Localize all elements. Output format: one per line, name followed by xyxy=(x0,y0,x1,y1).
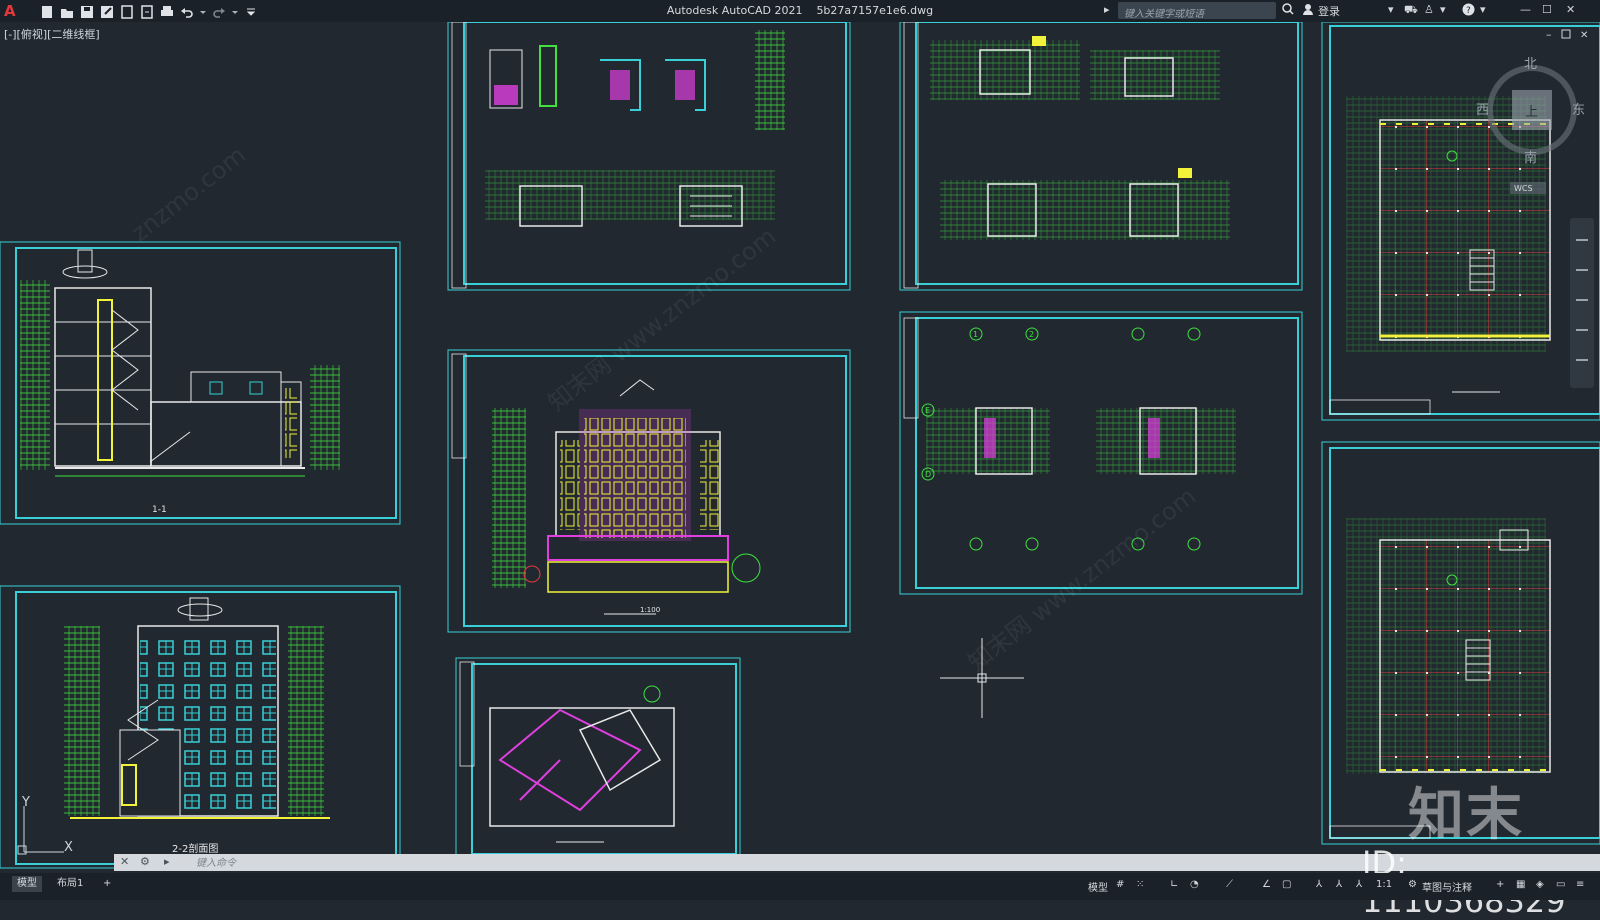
drawing-sheet-site-plan[interactable] xyxy=(455,657,741,859)
save-as-icon[interactable] xyxy=(100,4,114,18)
ucs-y-label: Y xyxy=(21,795,30,810)
save-icon[interactable] xyxy=(80,4,94,18)
viewcube-south[interactable]: 南 xyxy=(1524,150,1537,166)
maximize-window-icon[interactable]: ☐ xyxy=(1542,3,1552,16)
a360-dropdown-icon[interactable]: ▾ xyxy=(1440,3,1446,16)
viewcube-east[interactable]: 东 xyxy=(1572,103,1585,118)
print-icon[interactable] xyxy=(160,4,174,18)
viewcube-top-face[interactable]: 上 xyxy=(1525,105,1538,120)
app-logo-button[interactable]: A xyxy=(4,2,16,20)
ucs-x-label: X xyxy=(64,840,73,855)
auto-scale-icon[interactable]: ⅄ xyxy=(1336,879,1342,890)
snap-icon[interactable]: ⁙ xyxy=(1136,879,1144,890)
isodraft-icon[interactable]: ⟋ xyxy=(1226,879,1233,890)
tab-layout1[interactable]: 布局1 xyxy=(52,876,88,892)
ortho-icon[interactable]: ∟ xyxy=(1170,879,1178,890)
open-from-web-icon[interactable] xyxy=(120,4,134,19)
model-space-toggle[interactable]: 模型 xyxy=(1088,879,1108,894)
fullscreen-icon[interactable]: ▭ xyxy=(1556,879,1565,890)
annotation-monitor-icon[interactable]: + xyxy=(1496,879,1504,890)
viewport-close-icon[interactable]: ✕ xyxy=(1580,30,1588,41)
viewcube-north[interactable]: 北 xyxy=(1524,57,1537,72)
workspace-gear-icon[interactable]: ⚙ xyxy=(1408,879,1417,890)
minimize-window-icon[interactable]: — xyxy=(1520,3,1531,16)
new-file-icon[interactable] xyxy=(40,4,54,18)
viewcube-west[interactable]: 西 xyxy=(1476,103,1489,118)
object-snap-icon[interactable]: ▢ xyxy=(1282,879,1291,890)
viewport-minimize-icon[interactable]: – xyxy=(1546,28,1552,41)
viewport-window-controls[interactable]: – ✕ xyxy=(1546,28,1588,41)
login-link[interactable]: 登录 xyxy=(1318,3,1340,19)
open-folder-icon[interactable] xyxy=(60,4,74,18)
help-dropdown-icon[interactable]: ▾ xyxy=(1480,3,1486,16)
help-search-box[interactable] xyxy=(1118,2,1276,24)
tab-model[interactable]: 模型 xyxy=(12,876,42,892)
section-1-1-label: 1-1 xyxy=(152,505,167,515)
redo-dropdown-icon[interactable] xyxy=(232,4,238,18)
svg-text:2: 2 xyxy=(1029,330,1034,339)
file-name: 5b27a7157e1e6.dwg xyxy=(816,4,934,17)
drawing-sheet-stair-plans[interactable] xyxy=(899,22,1303,291)
grid-icon[interactable]: # xyxy=(1116,879,1124,890)
undo-icon[interactable] xyxy=(180,4,194,18)
drawing-sheet-section-1-1[interactable]: 1-1 xyxy=(0,241,401,525)
close-window-icon[interactable]: ✕ xyxy=(1566,3,1575,16)
drawing-sheet-details[interactable] xyxy=(447,22,851,291)
isolate-objects-icon[interactable]: ◈ xyxy=(1536,879,1544,890)
customize-toolbar-icon[interactable] xyxy=(244,4,258,18)
drawing-sheet-section-2-2[interactable]: 2-2剖面图 xyxy=(0,585,401,869)
cart-icon[interactable]: ⛟ xyxy=(1404,3,1418,18)
axis-bubble-1: 1 xyxy=(969,327,983,341)
app-name: Autodesk AutoCAD 2021 xyxy=(666,4,803,17)
command-customize-icon[interactable]: ⚙ xyxy=(140,855,150,868)
svg-text:?: ? xyxy=(1466,6,1471,16)
drawing-sheet-front-elevation[interactable]: 1:100 xyxy=(447,349,851,633)
viewcube-wcs-menu[interactable]: WCS xyxy=(1514,184,1533,193)
annotation-scale-icon[interactable]: ⅄ xyxy=(1356,879,1362,890)
svg-text:E: E xyxy=(925,406,930,415)
add-layout-button[interactable]: + xyxy=(98,876,116,892)
viewport-restore-icon[interactable] xyxy=(1561,29,1571,39)
units-icon[interactable]: ▦ xyxy=(1516,879,1525,890)
autodesk-a360-icon[interactable]: ♙ xyxy=(1424,3,1434,16)
command-input[interactable] xyxy=(194,854,498,873)
svg-text:1: 1 xyxy=(973,330,978,339)
redo-icon[interactable] xyxy=(212,4,226,18)
object-snap-tracking-icon[interactable]: ∠ xyxy=(1262,879,1271,890)
polar-icon[interactable]: ◔ xyxy=(1190,879,1199,890)
search-icon[interactable] xyxy=(1282,3,1294,18)
elevation-scale-label: 1:100 xyxy=(640,606,660,614)
workspace-switcher[interactable]: 草图与注释 xyxy=(1422,879,1472,894)
drawing-sheet-floor-plan-upper[interactable] xyxy=(1321,22,1600,421)
search-expand-icon[interactable]: ▸ xyxy=(1104,3,1110,16)
undo-dropdown-icon[interactable] xyxy=(200,4,206,18)
user-icon[interactable] xyxy=(1302,3,1314,18)
title-bar: A Autodesk AutoCAD 2021 5b27a7157e1e6.dw… xyxy=(0,0,1600,24)
svg-text:D: D xyxy=(925,470,931,479)
command-close-icon[interactable]: ✕ xyxy=(120,855,129,868)
save-to-web-icon[interactable] xyxy=(140,4,154,19)
customize-statusbar-icon[interactable]: ≡ xyxy=(1576,879,1584,890)
help-icon[interactable]: ? xyxy=(1462,3,1475,19)
axis-bubble-2: 2 xyxy=(1025,327,1039,341)
brand-watermark: 知末 xyxy=(1408,783,1524,848)
quick-access-toolbar xyxy=(40,3,264,19)
annotation-visibility-icon[interactable]: ⅄ xyxy=(1316,879,1322,890)
annotation-scale[interactable]: 1:1 xyxy=(1376,879,1392,890)
navigation-bar[interactable] xyxy=(1570,218,1594,388)
command-recent-icon[interactable]: ▸ xyxy=(164,855,170,868)
login-dropdown-icon[interactable]: ▾ xyxy=(1388,3,1394,16)
